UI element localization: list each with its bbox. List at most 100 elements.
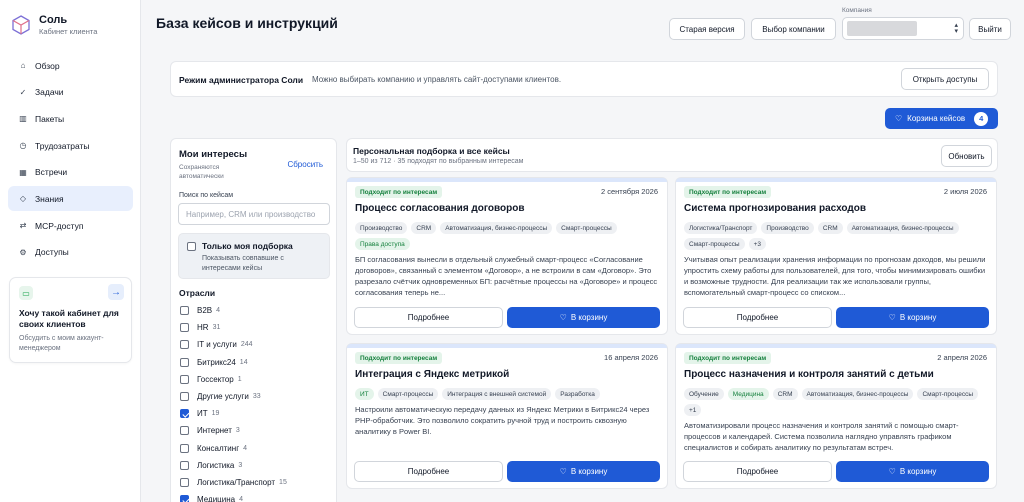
add-to-cart-button[interactable]: ♡ В корзину [836,307,989,328]
old-version-button[interactable]: Старая версия [669,18,745,40]
sidebar-item-label: Пакеты [35,113,65,124]
industry-option[interactable]: HR 31 [180,319,287,336]
add-to-cart-button[interactable]: ♡ В корзину [507,307,660,328]
details-button[interactable]: Подробнее [354,461,503,482]
feed-title: Персональная подборка и все кейсы [353,146,510,156]
brand[interactable]: Соль Кабинет клиента [12,14,97,36]
industry-option[interactable]: Битрикс24 14 [180,354,287,371]
industry-checkbox[interactable] [180,460,189,470]
card-accent-bar [347,178,667,182]
add-to-cart-button[interactable]: ♡ В корзину [507,461,660,482]
nav-icon: ⚙ [19,247,27,257]
sidebar-item-label: MCP-доступ [35,220,84,231]
card-tags: Производство CRM Автоматизация, бизнес-про… [355,222,655,250]
interests-subtitle: Сохраняются автоматически [179,164,224,180]
search-input[interactable] [178,203,330,225]
details-button[interactable]: Подробнее [354,307,503,328]
industry-checkbox[interactable] [180,477,189,487]
reset-link[interactable]: Сбросить [287,160,323,169]
add-to-cart-label: В корзину [899,313,937,322]
logout-button[interactable]: Выйти [969,18,1011,40]
industry-option[interactable]: Логистика 3 [180,457,287,474]
case-card: Подходит по интересам 2 апреля 2026 Процес… [675,343,997,489]
industry-checkbox[interactable] [180,426,189,436]
industry-checkbox[interactable] [180,392,189,402]
add-to-cart-label: В корзину [570,313,608,322]
industry-label: Медицина [197,495,236,502]
industry-option[interactable]: Другие услуги 33 [180,388,287,405]
industry-option[interactable]: Медицина 4 [180,491,287,502]
card-title[interactable]: Система прогнозирования расходов [684,203,866,214]
page-title: База кейсов и инструкций [156,15,338,31]
nav-icon: ◇ [19,194,27,204]
nav-icon: ⌂ [20,61,26,70]
industry-checkbox[interactable] [180,495,189,502]
brand-subtitle: Кабинет клиента [39,27,98,36]
match-badge: Подходит по интересам [355,352,443,364]
industry-option[interactable]: ИТ 19 [180,405,287,422]
sidebar-item[interactable]: ✓ Задачи [8,80,133,105]
card-title[interactable]: Интеграция с Яндекс метрикой [355,369,509,380]
industry-checkbox[interactable] [180,357,189,367]
industry-count: 33 [252,393,261,401]
tag-chip: Интеграция с внешней системой [442,388,552,400]
sidebar-item[interactable]: ◇ Знания [8,186,133,212]
cart-button[interactable]: ♡ Корзина кейсов 4 [885,108,998,129]
sidebar-item[interactable]: ▥ Пакеты [8,106,133,131]
tag-chip: Производство [355,222,408,234]
industry-count: 4 [239,496,243,502]
industry-label: B2B [197,306,213,316]
card-title[interactable]: Процесс согласования договоров [355,203,525,214]
details-button[interactable]: Подробнее [683,461,832,482]
case-card: Подходит по интересам 2 июля 2026 Система … [675,177,997,335]
only-mine-toggle[interactable]: Только моя подборка Показывать совпавшие… [178,233,330,279]
sidebar-item[interactable]: ▦ Встречи [8,160,133,185]
company-value-redacted [847,21,917,36]
industry-checkbox[interactable] [180,374,189,384]
industry-checkbox[interactable] [180,323,189,333]
nav-icon: ◷ [19,141,27,151]
sidebar-item[interactable]: ⇄ MCP-доступ [8,213,133,238]
card-title[interactable]: Процесс назначения и контроля занятий с … [684,369,934,380]
industry-checkbox[interactable] [180,409,189,419]
tag-chip: Автоматизация, бизнес-процессы [801,388,914,400]
tag-chip: CRM [772,388,798,400]
refresh-button[interactable]: Обновить [941,145,992,167]
arrow-right-icon[interactable]: → [108,284,124,300]
match-badge: Подходит по интересам [684,352,772,364]
industry-count: 14 [239,358,248,366]
industries-list: B2B 4 HR 31 IT и услуги 244 Битрикс24 14 Госсект… [180,302,287,502]
industries-title: Отрасли [179,288,216,298]
heart-icon: ♡ [559,467,567,476]
promo-text: Обсудить с моим аккаунт-менеджером [19,335,104,352]
industry-option[interactable]: IT и услуги 244 [180,336,287,353]
tag-chip: Производство [761,222,814,234]
industry-count: 4 [216,307,221,315]
brand-name: Соль [39,14,68,26]
industry-checkbox[interactable] [180,443,189,453]
industry-checkbox[interactable] [180,306,189,316]
sidebar-item-label: Знания [35,193,64,204]
industry-option[interactable]: Консалтинг 4 [180,440,287,457]
card-description: Настроили автоматическую передачу данных… [355,405,650,436]
only-mine-title: Только моя подборка [202,241,293,251]
industry-option[interactable]: Интернет 3 [180,422,287,439]
choose-company-button[interactable]: Выбор компании [751,18,836,40]
industry-checkbox[interactable] [180,340,189,350]
tag-chip: +1 [684,404,702,416]
add-to-cart-button[interactable]: ♡ В корзину [836,461,989,482]
sidebar-item[interactable]: ⌂ Обзор [8,53,133,78]
company-select[interactable]: ▴ ▾ [842,17,964,40]
promo-card[interactable]: ▭ → Хочу такой кабинет для своих клиенто… [9,277,132,363]
card-accent-bar [347,344,667,348]
details-button[interactable]: Подробнее [683,307,832,328]
case-card: Подходит по интересам 2 сентября 2026 Проц… [346,177,668,335]
industry-option[interactable]: B2B 4 [180,302,287,319]
industry-option[interactable]: Логистика/Транспорт 15 [180,474,287,491]
sidebar-item[interactable]: ⚙ Доступы [8,240,133,265]
open-access-button[interactable]: Открыть доступы [901,68,989,90]
industry-option[interactable]: Госсектор 1 [180,371,287,388]
sidebar-item[interactable]: ◷ Трудозатраты [8,133,133,158]
only-mine-checkbox[interactable] [187,242,196,251]
add-to-cart-label: В корзину [570,467,608,476]
